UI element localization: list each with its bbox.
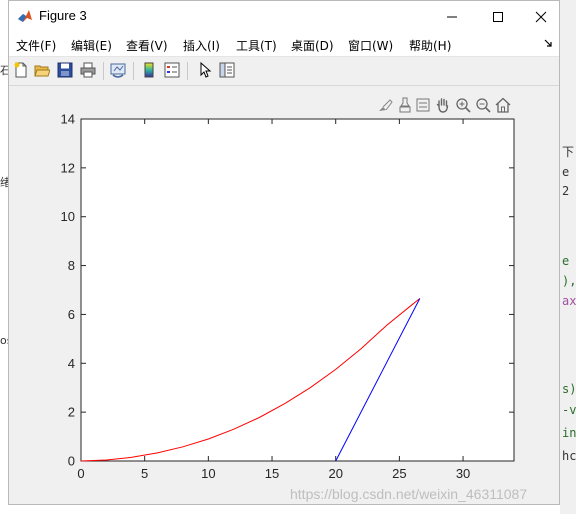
y-tick-label: 4 <box>68 356 75 371</box>
x-tick-label: 10 <box>201 466 215 481</box>
y-tick-label: 6 <box>68 307 75 322</box>
watermark-text: https://blog.csdn.net/weixin_46311087 <box>290 486 528 502</box>
x-tick-label: 30 <box>456 466 470 481</box>
x-tick-label: 5 <box>141 466 148 481</box>
y-tick-label: 14 <box>61 112 75 127</box>
y-tick-label: 2 <box>68 405 75 420</box>
plot-canvas: 0 5 10 15 20 25 30 0 2 4 6 8 10 12 14 <box>61 112 515 481</box>
axes-background[interactable] <box>80 118 515 462</box>
x-tick-label: 15 <box>265 466 279 481</box>
y-tick-label: 10 <box>61 209 75 224</box>
y-tick-label: 0 <box>68 454 75 469</box>
y-tick-label: 8 <box>68 258 75 273</box>
y-tick-label: 12 <box>61 160 75 175</box>
x-tick-label: 25 <box>392 466 406 481</box>
x-tick-label: 0 <box>77 466 84 481</box>
x-tick-label: 20 <box>328 466 342 481</box>
